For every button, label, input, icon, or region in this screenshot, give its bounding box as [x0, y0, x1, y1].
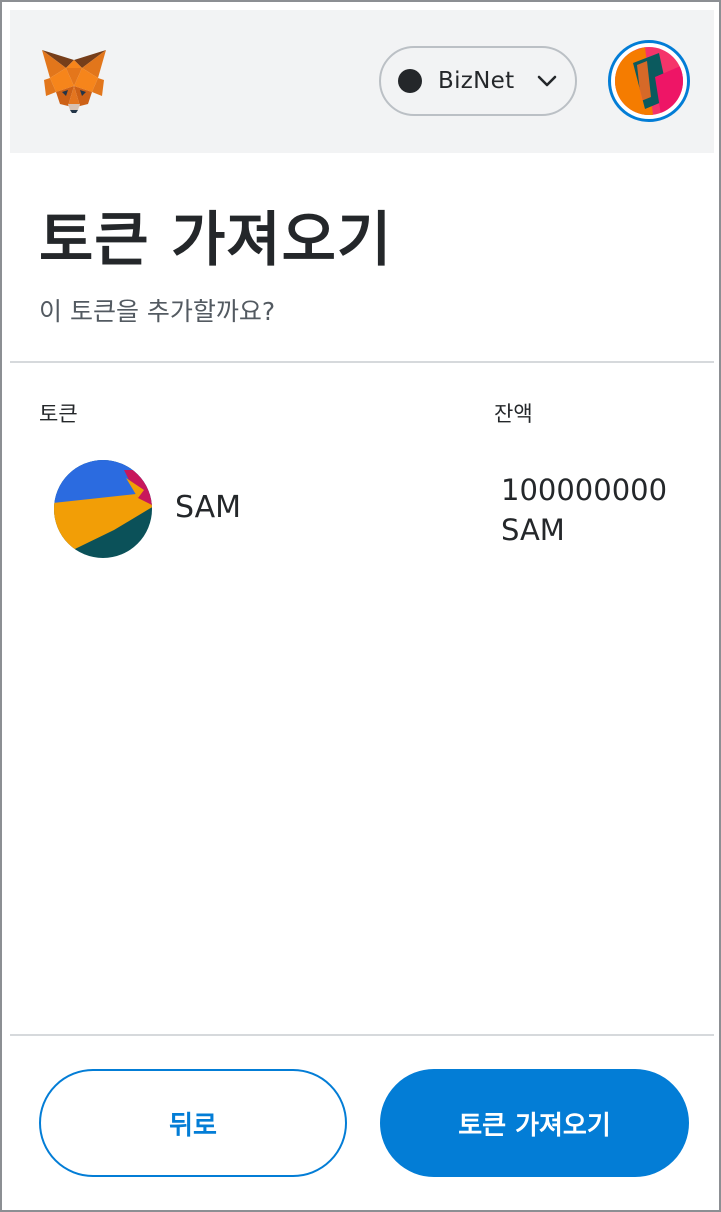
divider: [10, 1034, 714, 1036]
account-identicon-icon: [615, 47, 683, 115]
token-identicon-icon: [54, 460, 152, 558]
page-subtitle: 이 토큰을 추가할까요?: [39, 297, 276, 326]
network-selector-button[interactable]: BizNet: [379, 46, 577, 116]
column-header-balance: 잔액: [494, 402, 533, 426]
token-balance: 100000000 SAM: [501, 473, 668, 547]
page-title: 토큰 가져오기: [39, 205, 393, 274]
account-menu-avatar[interactable]: [608, 40, 690, 122]
import-token-button[interactable]: 토큰 가져오기: [380, 1069, 689, 1177]
app-header: BizNet: [10, 10, 714, 153]
import-token-popup: BizNet 토큰 가져오기 이 토큰을 추가할까요? 토큰 잔액 SAM 10…: [0, 0, 721, 1212]
network-name: BizNet: [438, 68, 515, 94]
chevron-down-icon: [538, 75, 557, 87]
divider: [10, 361, 714, 363]
token-symbol: SAM: [175, 490, 242, 525]
column-header-token: 토큰: [39, 402, 78, 426]
back-button[interactable]: 뒤로: [39, 1069, 347, 1177]
metamask-fox-icon: [42, 50, 106, 113]
network-status-dot: [398, 69, 422, 93]
